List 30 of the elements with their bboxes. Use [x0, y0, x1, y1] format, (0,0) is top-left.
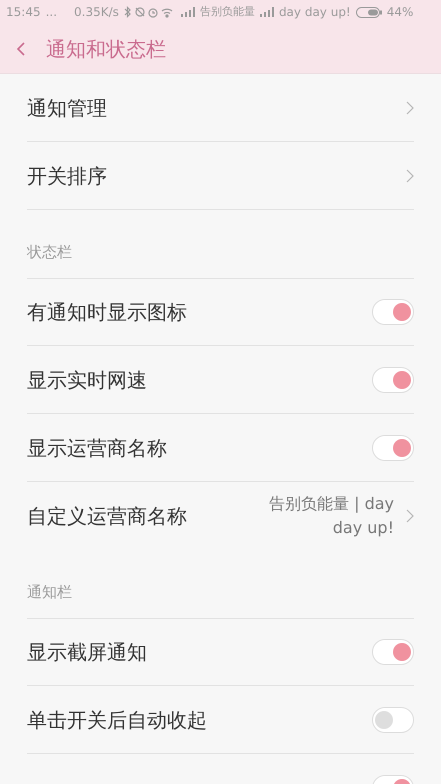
chevron-icon[interactable] [406, 168, 414, 182]
toggle-switch[interactable] [372, 706, 414, 732]
carrier-name: day day up! [278, 4, 351, 21]
setting-label: 显示实时网速 [27, 366, 147, 394]
toggle-switch[interactable] [372, 299, 414, 325]
notification-dots: ... [46, 4, 58, 21]
toggle-switch[interactable] [372, 434, 414, 460]
chevron-icon[interactable] [406, 509, 414, 523]
toggle-switch[interactable] [372, 366, 414, 392]
battery-percent: 44% [386, 4, 414, 21]
setting-label: 显示运营商名称 [27, 434, 167, 462]
signal-icon [180, 7, 195, 17]
back-icon [16, 40, 26, 56]
section-header: 状态栏 [27, 242, 72, 262]
clock-time: 15:45 [6, 4, 41, 21]
setting-label: 显示截屏通知 [27, 639, 147, 666]
battery-icon [356, 6, 382, 18]
setting-label: 自定义运营商名称 [27, 503, 187, 530]
page-title: 通知和状态栏 [46, 36, 166, 62]
setting-label: 有通知时显示图标 [27, 299, 187, 326]
signal-icon [260, 7, 274, 17]
setting-value: 告别负能量 | day day up! [268, 493, 394, 539]
setting-label: 单击开关后自动收起 [27, 706, 207, 734]
chevron-icon[interactable] [406, 100, 414, 114]
setting-label: 开关排序 [27, 162, 107, 190]
network-speed: 0.35K/s [74, 4, 119, 21]
carrier-name: 告别负能量 [200, 4, 255, 20]
section-header: 通知栏 [27, 582, 72, 602]
toggle-switch[interactable] [372, 639, 414, 665]
setting-label: 通知管理 [27, 94, 107, 122]
